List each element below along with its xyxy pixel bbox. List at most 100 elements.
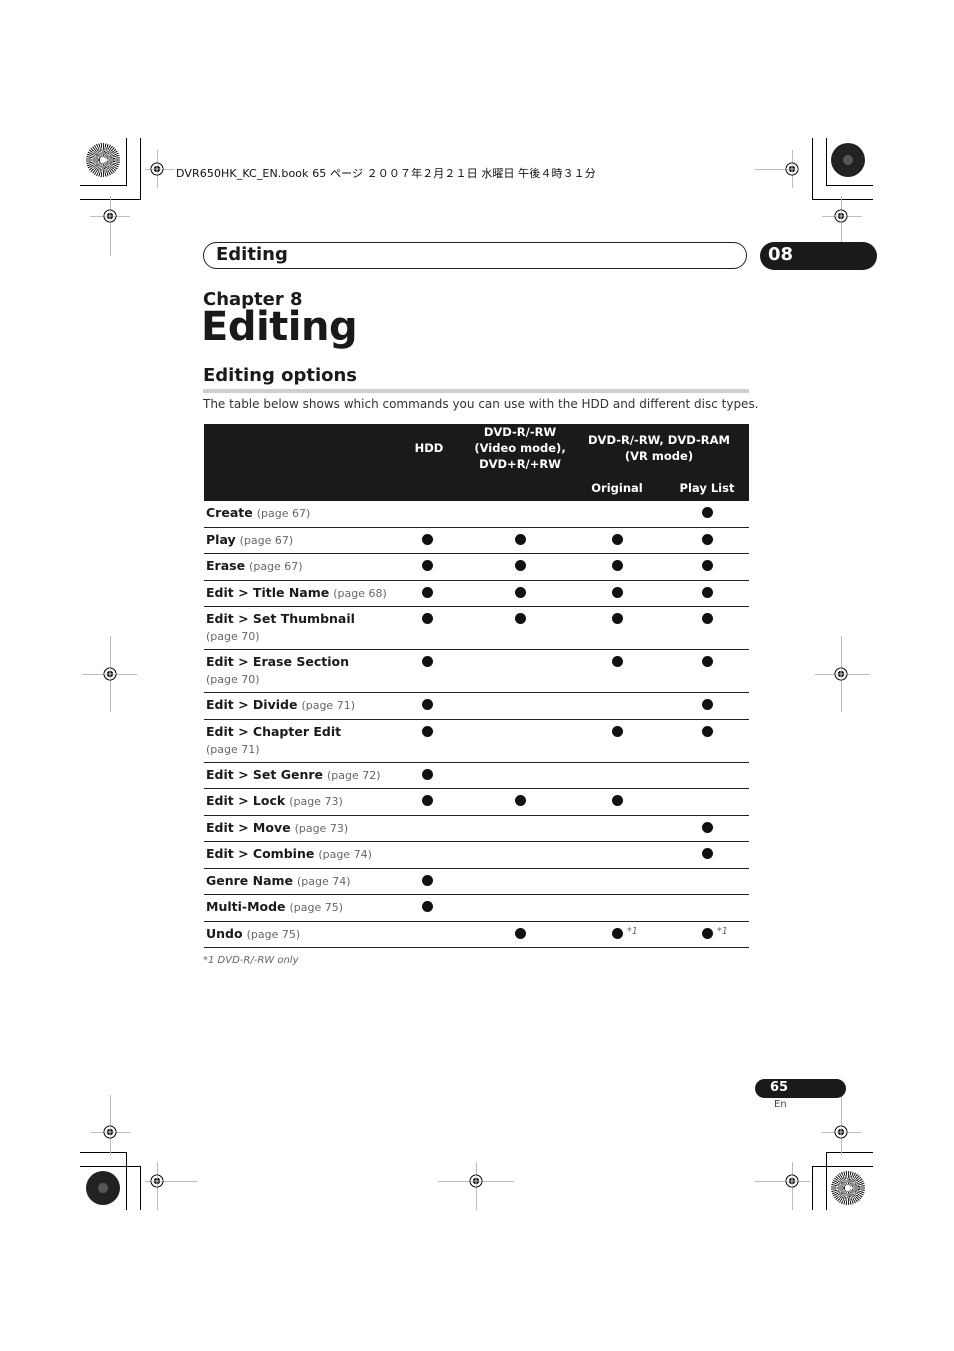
registration-target-icon xyxy=(103,1125,117,1139)
section-rule xyxy=(203,389,749,393)
header-play-list: Play List xyxy=(679,481,735,495)
supported-dot-icon xyxy=(702,656,713,667)
command-name: Edit > Set Genre (page 72) xyxy=(206,766,381,782)
supported-dot-icon xyxy=(702,725,713,737)
supported-dot-icon xyxy=(702,533,713,545)
command-name: Edit > Title Name (page 68) xyxy=(206,584,387,600)
editing-options-table: HDD DVD-R/-RW (Video mode), DVD+R/+RW DV… xyxy=(204,424,749,948)
page-reference: (page 74) xyxy=(297,874,351,888)
table-row: Create (page 67) xyxy=(204,501,749,528)
supported-dot-icon xyxy=(702,560,713,571)
registration-target-icon xyxy=(785,162,799,176)
footnote-reference: *1 xyxy=(627,925,638,937)
table-row: Edit > Combine (page 74) xyxy=(204,842,749,869)
footnote: *1 DVD-R/-RW only xyxy=(203,955,299,966)
supported-dot-icon xyxy=(422,586,433,598)
registration-burst-icon xyxy=(831,143,865,177)
section-title: Editing options xyxy=(203,365,358,386)
table-row: Multi-Mode (page 75) xyxy=(204,895,749,922)
table-row: Edit > Chapter Edit (page 71) xyxy=(204,720,749,763)
running-header-title: Editing xyxy=(216,244,288,265)
page-reference: (page 67) xyxy=(249,560,303,573)
table-row: Edit > Divide (page 71) xyxy=(204,693,749,720)
supported-dot-icon xyxy=(422,560,433,571)
table-row: Edit > Move (page 73) xyxy=(204,816,749,842)
page-language: En xyxy=(774,1099,787,1110)
command-name: Edit > Divide (page 71) xyxy=(206,697,355,712)
registration-target-icon xyxy=(785,1174,799,1188)
supported-dot-icon xyxy=(515,560,526,571)
supported-dot-icon xyxy=(612,656,623,667)
table-row: Edit > Lock (page 73) xyxy=(204,789,749,816)
supported-dot-icon xyxy=(515,613,526,624)
supported-dot-icon xyxy=(702,613,713,624)
command-name: Edit > Move (page 73) xyxy=(206,819,349,835)
supported-dot-icon xyxy=(612,560,623,571)
table-row: Erase (page 67) xyxy=(204,554,749,581)
command-name: Create (page 67) xyxy=(206,505,311,520)
page-reference: (page 73) xyxy=(289,795,343,808)
supported-dot-icon xyxy=(422,901,433,912)
page-reference: (page 72) xyxy=(327,768,381,782)
supported-dot-icon xyxy=(702,848,713,859)
supported-dot-icon xyxy=(422,768,433,780)
supported-dot-icon xyxy=(515,795,526,806)
print-slug: DVR650HK_KC_EN.book 65 ページ ２００７年２月２１日 水曜… xyxy=(176,167,596,180)
supported-dot-icon xyxy=(702,821,713,833)
supported-dot-icon xyxy=(702,586,713,598)
page-reference: (page 67) xyxy=(239,533,294,547)
supported-dot-icon xyxy=(422,699,433,710)
header-original: Original xyxy=(591,481,643,495)
registration-target-icon xyxy=(834,1125,848,1139)
supported-dot-icon xyxy=(422,533,433,545)
command-name: Erase (page 67) xyxy=(206,558,303,573)
command-name: Undo (page 75) xyxy=(206,925,301,941)
registration-burst-icon xyxy=(831,1171,865,1205)
page-number: 65 xyxy=(770,1080,789,1095)
registration-target-icon xyxy=(150,1174,164,1188)
command-name: Play (page 67) xyxy=(206,531,294,547)
supported-dot-icon xyxy=(702,927,713,939)
table-header: HDD DVD-R/-RW (Video mode), DVD+R/+RW DV… xyxy=(204,424,749,501)
command-name: Edit > Lock (page 73) xyxy=(206,793,343,808)
supported-dot-icon xyxy=(612,795,623,806)
registration-target-icon xyxy=(834,209,848,223)
page-reference: (page 73) xyxy=(294,821,349,835)
supported-dot-icon xyxy=(515,927,526,939)
footnote-reference: *1 xyxy=(717,925,728,937)
supported-dot-icon xyxy=(612,613,623,624)
command-name: Genre Name (page 74) xyxy=(206,872,351,888)
supported-dot-icon xyxy=(612,533,623,545)
supported-dot-icon xyxy=(422,613,433,624)
registration-target-icon xyxy=(103,667,117,681)
section-intro: The table below shows which commands you… xyxy=(203,397,759,411)
header-dvd-vr-mode: DVD-R/-RW, DVD-RAM (VR mode) xyxy=(588,433,730,463)
page-reference: (page 67) xyxy=(256,507,311,520)
table-body: Create (page 67) Play (page 67) Erase (pag… xyxy=(204,501,749,948)
command-name: Edit > Combine (page 74) xyxy=(206,846,372,861)
supported-dot-icon xyxy=(422,795,433,806)
command-name: Multi-Mode (page 75) xyxy=(206,899,344,914)
page-reference: (page 70) xyxy=(206,673,260,686)
supported-dot-icon xyxy=(612,927,623,939)
table-row: Edit > Title Name (page 68) xyxy=(204,581,749,607)
registration-target-icon xyxy=(150,162,164,176)
page-reference: (page 68) xyxy=(333,586,387,600)
header-dvd-video-mode: DVD-R/-RW (Video mode), DVD+R/+RW xyxy=(474,425,566,471)
registration-burst-icon xyxy=(86,1171,120,1205)
command-name: Edit > Set Thumbnail (page 70) xyxy=(206,611,355,643)
page-number-tab xyxy=(755,1079,846,1098)
table-row: Edit > Set Thumbnail (page 70) xyxy=(204,607,749,650)
page-reference: (page 71) xyxy=(206,742,260,756)
table-row: Play (page 67) xyxy=(204,528,749,554)
table-row: Edit > Set Genre (page 72) xyxy=(204,763,749,789)
table-row: Undo (page 75) *1 *1 xyxy=(204,922,749,948)
page-reference: (page 75) xyxy=(289,901,344,914)
supported-dot-icon xyxy=(422,725,433,737)
registration-target-icon xyxy=(103,209,117,223)
table-row: Genre Name (page 74) xyxy=(204,869,749,895)
registration-target-icon xyxy=(834,667,848,681)
table-row: Edit > Erase Section (page 70) xyxy=(204,650,749,693)
chapter-title: Editing xyxy=(201,304,358,350)
header-hdd: HDD xyxy=(414,441,444,455)
